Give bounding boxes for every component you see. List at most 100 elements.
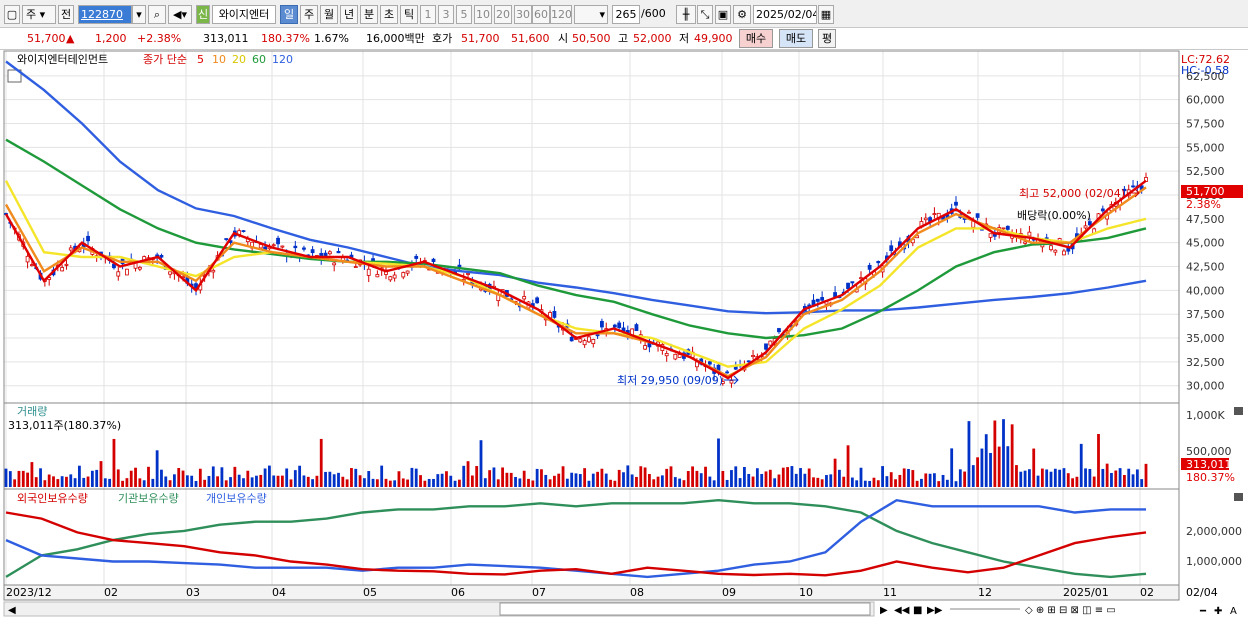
zoom-out-icon[interactable]: ━ xyxy=(1199,606,1207,617)
candle-body xyxy=(612,324,617,328)
code-dropdown-icon[interactable]: ▾ xyxy=(132,5,146,24)
num-3[interactable]: 3 xyxy=(438,5,454,24)
volume-tag-pct: 180.37% xyxy=(1186,471,1235,484)
search-icon[interactable]: ⌕ xyxy=(148,5,166,24)
volume-bar xyxy=(160,469,163,487)
volume-bar xyxy=(781,467,785,487)
volume-bar xyxy=(695,470,699,487)
candle-body xyxy=(405,270,410,274)
scroll-left-icon[interactable]: ◀ xyxy=(8,605,16,616)
blank-select[interactable]: ▾ xyxy=(574,5,608,24)
period-tick[interactable]: 틱 xyxy=(400,5,418,24)
volume-bar xyxy=(293,470,297,487)
volume-bar xyxy=(825,475,828,487)
tab-prev[interactable]: 전 xyxy=(58,5,74,24)
hold-tick-1m: 1,000,000 xyxy=(1186,555,1242,568)
save-icon[interactable]: ▣ xyxy=(715,5,731,24)
ma120-label: 120 xyxy=(272,53,293,66)
gear-icon[interactable]: ⚙ xyxy=(733,5,751,24)
x-tick-label: 09 xyxy=(722,586,736,599)
volume-bar xyxy=(1127,468,1131,487)
volume-bar xyxy=(276,475,280,487)
quote-bar: 51,700 ▲ 1,200 +2.38% 313,011 180.37% 1.… xyxy=(0,28,1248,50)
volume-bar xyxy=(1092,476,1096,487)
volume-bar xyxy=(777,474,781,487)
tab-stock[interactable]: 주 ▾ xyxy=(22,5,56,24)
x-axis-bar xyxy=(3,584,1180,601)
stock-name-field[interactable]: 와이지엔터 xyxy=(212,5,276,24)
up-arrow-icon: ▲ xyxy=(66,32,75,45)
speaker-icon[interactable]: ◀▾ xyxy=(168,5,192,24)
buy-button[interactable]: 매수 xyxy=(739,29,773,48)
num-20[interactable]: 20 xyxy=(494,5,512,24)
volume-bar xyxy=(712,480,716,487)
volume-bar xyxy=(501,467,504,487)
volume-bar xyxy=(665,468,669,487)
candle-icon[interactable]: ╫ xyxy=(676,5,696,24)
num-5[interactable]: 5 xyxy=(456,5,472,24)
period-week[interactable]: 주 xyxy=(300,5,318,24)
volume-bar xyxy=(1101,468,1105,487)
forward-icon[interactable]: ▶▶ xyxy=(927,605,943,616)
tab-stock-label: 주 xyxy=(26,8,37,21)
holding-close-icon[interactable] xyxy=(1234,493,1243,501)
volume-bar xyxy=(790,466,794,487)
ask-price: 51,700 xyxy=(461,32,500,45)
hold-tick-2m: 2,000,000 xyxy=(1186,525,1242,538)
volume-bar xyxy=(863,480,867,487)
num-60[interactable]: 60 xyxy=(532,5,550,24)
period-second[interactable]: 초 xyxy=(380,5,398,24)
count-field[interactable]: 265 xyxy=(612,5,640,24)
font-size-icon[interactable]: A xyxy=(1230,606,1237,617)
chart-menu-icon[interactable]: ▢ xyxy=(4,5,20,24)
volume-bar xyxy=(466,461,470,487)
volume-bar xyxy=(894,479,897,487)
rewind-icon[interactable]: ◀◀ xyxy=(894,605,910,616)
num-120[interactable]: 120 xyxy=(550,5,572,24)
tool-icons[interactable]: ◇ ⊕ ⊞ ⊟ ⊠ ◫ ≡ ▭ xyxy=(1025,605,1116,616)
volume-bar xyxy=(842,476,846,487)
candle-body xyxy=(1027,231,1032,237)
volume-bar xyxy=(1144,463,1148,487)
volume-bar xyxy=(950,448,954,487)
volume-bar xyxy=(1118,468,1122,487)
scroll-right-icon[interactable]: ▶ xyxy=(880,605,888,616)
volume-bar xyxy=(989,452,992,487)
scrollbar-thumb[interactable] xyxy=(499,602,871,616)
volume-bar xyxy=(755,468,759,487)
zoom-in-icon[interactable]: ✚ xyxy=(1214,606,1222,617)
date-field[interactable]: 2025/02/04 xyxy=(753,5,817,24)
volume-bar xyxy=(337,472,340,487)
eval-button[interactable]: 평 xyxy=(818,29,836,48)
period-minute[interactable]: 분 xyxy=(360,5,378,24)
num-10[interactable]: 10 xyxy=(474,5,492,24)
period-year[interactable]: 년 xyxy=(340,5,358,24)
volume-bar xyxy=(207,475,211,487)
volume-bar xyxy=(233,466,237,487)
volume-bar xyxy=(475,466,479,487)
y-tick-label: 45,000 xyxy=(1186,237,1225,250)
period-day[interactable]: 일 xyxy=(280,5,298,24)
volume-bar xyxy=(738,478,742,487)
stop-icon[interactable]: ■ xyxy=(913,605,922,616)
draw-icon[interactable]: ⤡ xyxy=(697,5,713,24)
calendar-icon[interactable]: ▦ xyxy=(818,5,834,24)
num-1[interactable]: 1 xyxy=(420,5,436,24)
code-input[interactable]: 122870 xyxy=(78,5,132,24)
legend-individual: 개인보유수량 xyxy=(206,492,267,505)
volume-bar xyxy=(298,465,302,487)
period-month[interactable]: 월 xyxy=(320,5,338,24)
ma5-label: 5 xyxy=(197,53,204,66)
volume-bar xyxy=(984,434,988,487)
low-note: 최저 29,950 (09/09) xyxy=(617,374,723,387)
bid-label: 호가 xyxy=(432,32,453,45)
num-30[interactable]: 30 xyxy=(514,5,532,24)
volume-bar xyxy=(173,474,176,487)
sell-button[interactable]: 매도 xyxy=(779,29,813,48)
candle-body xyxy=(125,268,129,276)
volume-close-icon[interactable] xyxy=(1234,407,1243,415)
volume-bar xyxy=(13,479,17,487)
volume-bar xyxy=(958,469,962,487)
volume-bar xyxy=(1015,465,1018,487)
volume-bar xyxy=(933,473,936,487)
